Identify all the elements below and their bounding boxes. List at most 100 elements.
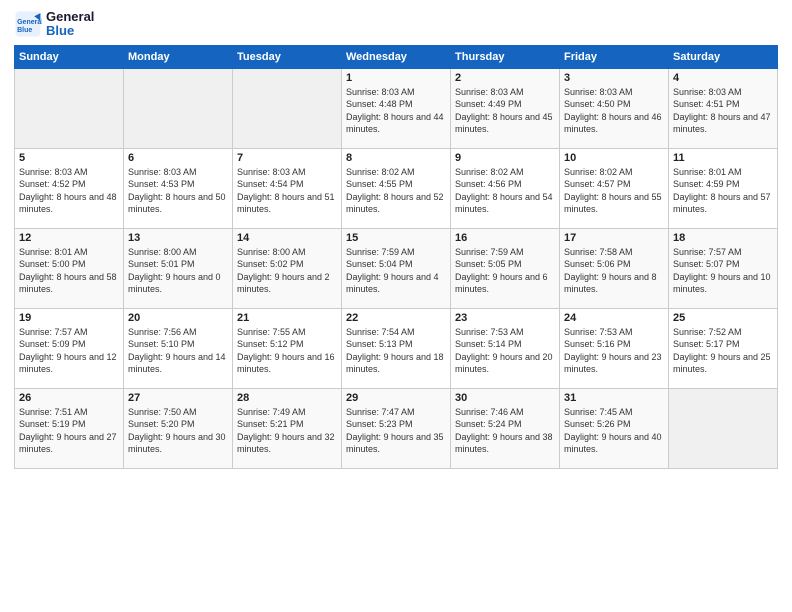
calendar-cell: 21Sunrise: 7:55 AM Sunset: 5:12 PM Dayli… [233,308,342,388]
calendar-cell: 29 Sunrise: 7:47 AM Sunset: 5:23 PM Dayli… [342,388,451,468]
cell-content: Sunrise: 8:02 AM Sunset: 4:56 PM Dayligh… [455,166,555,216]
week-row-1: 5Sunrise: 8:03 AM Sunset: 4:52 PM Daylig… [15,148,778,228]
calendar-cell: 8Sunrise: 8:02 AM Sunset: 4:55 PM Daylig… [342,148,451,228]
col-saturday: Saturday [669,45,778,68]
week-row-3: 19 Sunrise: 7:57 AM Sunset: 5:09 PM Dayli… [15,308,778,388]
cell-content: Sunrise: 7:53 AM Sunset: 5:14 PM Dayligh… [455,326,555,376]
calendar-cell: 5Sunrise: 8:03 AM Sunset: 4:52 PM Daylig… [15,148,124,228]
day-number: 24 [564,312,664,324]
calendar-cell: 15 Sunrise: 7:59 AM Sunset: 5:04 PM Dayli… [342,228,451,308]
cell-content: Sunrise: 8:03 AM Sunset: 4:48 PM Dayligh… [346,86,446,136]
calendar-cell: 7Sunrise: 8:03 AM Sunset: 4:54 PM Daylig… [233,148,342,228]
day-number: 21 [237,312,337,324]
calendar-cell: 19 Sunrise: 7:57 AM Sunset: 5:09 PM Dayli… [15,308,124,388]
day-number: 28 [237,392,337,404]
page: General Blue General Blue Sunday Monday … [0,0,792,612]
calendar-cell: 10 Sunrise: 8:02 AM Sunset: 4:57 PM Dayli… [560,148,669,228]
day-number: 29 [346,392,446,404]
day-number: 22 [346,312,446,324]
cell-content: Sunrise: 7:45 AM Sunset: 5:26 PM Dayligh… [564,406,664,456]
day-number: 14 [237,232,337,244]
cell-content: Sunrise: 8:03 AM Sunset: 4:53 PM Dayligh… [128,166,228,216]
col-wednesday: Wednesday [342,45,451,68]
cell-content: Sunrise: 7:58 AM Sunset: 5:06 PM Dayligh… [564,246,664,296]
week-row-2: 12 Sunrise: 8:01 AM Sunset: 5:00 PM Dayli… [15,228,778,308]
calendar-cell: 18 Sunrise: 7:57 AM Sunset: 5:07 PM Dayli… [669,228,778,308]
day-number: 13 [128,232,228,244]
header: General Blue General Blue [14,10,778,39]
day-number: 25 [673,312,773,324]
cell-content: Sunrise: 7:57 AM Sunset: 5:09 PM Dayligh… [19,326,119,376]
calendar-cell: 25 Sunrise: 7:52 AM Sunset: 5:17 PM Dayli… [669,308,778,388]
calendar-cell: 9 Sunrise: 8:02 AM Sunset: 4:56 PM Daylig… [451,148,560,228]
day-number: 26 [19,392,119,404]
day-number: 2 [455,72,555,84]
cell-content: Sunrise: 7:53 AM Sunset: 5:16 PM Dayligh… [564,326,664,376]
calendar-cell: 20 Sunrise: 7:56 AM Sunset: 5:10 PM Dayli… [124,308,233,388]
cell-content: Sunrise: 8:03 AM Sunset: 4:49 PM Dayligh… [455,86,555,136]
day-number: 8 [346,152,446,164]
calendar-body: 1 Sunrise: 8:03 AM Sunset: 4:48 PM Daylig… [15,68,778,468]
calendar-cell: 12 Sunrise: 8:01 AM Sunset: 5:00 PM Dayli… [15,228,124,308]
week-row-4: 26 Sunrise: 7:51 AM Sunset: 5:19 PM Dayli… [15,388,778,468]
day-number: 17 [564,232,664,244]
cell-content: Sunrise: 7:54 AM Sunset: 5:13 PM Dayligh… [346,326,446,376]
cell-content: Sunrise: 8:03 AM Sunset: 4:54 PM Dayligh… [237,166,337,216]
calendar-cell: 6 Sunrise: 8:03 AM Sunset: 4:53 PM Daylig… [124,148,233,228]
calendar-cell: 27Sunrise: 7:50 AM Sunset: 5:20 PM Dayli… [124,388,233,468]
day-number: 9 [455,152,555,164]
col-tuesday: Tuesday [233,45,342,68]
calendar-cell: 28 Sunrise: 7:49 AM Sunset: 5:21 PM Dayli… [233,388,342,468]
cell-content: Sunrise: 8:00 AM Sunset: 5:02 PM Dayligh… [237,246,337,296]
cell-content: Sunrise: 7:47 AM Sunset: 5:23 PM Dayligh… [346,406,446,456]
cell-content: Sunrise: 7:52 AM Sunset: 5:17 PM Dayligh… [673,326,773,376]
calendar-cell: 11 Sunrise: 8:01 AM Sunset: 4:59 PM Dayli… [669,148,778,228]
calendar-cell: 3Sunrise: 8:03 AM Sunset: 4:50 PM Daylig… [560,68,669,148]
cell-content: Sunrise: 8:03 AM Sunset: 4:51 PM Dayligh… [673,86,773,136]
cell-content: Sunrise: 7:51 AM Sunset: 5:19 PM Dayligh… [19,406,119,456]
cell-content: Sunrise: 7:46 AM Sunset: 5:24 PM Dayligh… [455,406,555,456]
col-thursday: Thursday [451,45,560,68]
cell-content: Sunrise: 7:56 AM Sunset: 5:10 PM Dayligh… [128,326,228,376]
day-number: 1 [346,72,446,84]
cell-content: Sunrise: 8:01 AM Sunset: 4:59 PM Dayligh… [673,166,773,216]
day-number: 18 [673,232,773,244]
calendar-cell: 14 Sunrise: 8:00 AM Sunset: 5:02 PM Dayli… [233,228,342,308]
cell-content: Sunrise: 8:01 AM Sunset: 5:00 PM Dayligh… [19,246,119,296]
day-number: 20 [128,312,228,324]
logo: General Blue General Blue [14,10,94,39]
cell-content: Sunrise: 7:59 AM Sunset: 5:04 PM Dayligh… [346,246,446,296]
calendar-cell: 23 Sunrise: 7:53 AM Sunset: 5:14 PM Dayli… [451,308,560,388]
day-number: 10 [564,152,664,164]
week-row-0: 1 Sunrise: 8:03 AM Sunset: 4:48 PM Daylig… [15,68,778,148]
calendar-cell [15,68,124,148]
calendar-cell [124,68,233,148]
calendar-cell [669,388,778,468]
day-number: 19 [19,312,119,324]
day-number: 31 [564,392,664,404]
day-number: 15 [346,232,446,244]
col-sunday: Sunday [15,45,124,68]
calendar-cell: 31 Sunrise: 7:45 AM Sunset: 5:26 PM Dayli… [560,388,669,468]
calendar-cell: 30Sunrise: 7:46 AM Sunset: 5:24 PM Dayli… [451,388,560,468]
calendar-cell: 1 Sunrise: 8:03 AM Sunset: 4:48 PM Daylig… [342,68,451,148]
logo-blue: Blue [46,24,94,38]
day-number: 23 [455,312,555,324]
calendar-cell: 26 Sunrise: 7:51 AM Sunset: 5:19 PM Dayli… [15,388,124,468]
day-number: 12 [19,232,119,244]
calendar-cell [233,68,342,148]
svg-text:Blue: Blue [17,27,32,34]
day-number: 4 [673,72,773,84]
col-friday: Friday [560,45,669,68]
calendar-cell: 17 Sunrise: 7:58 AM Sunset: 5:06 PM Dayli… [560,228,669,308]
day-number: 11 [673,152,773,164]
cell-content: Sunrise: 7:49 AM Sunset: 5:21 PM Dayligh… [237,406,337,456]
cell-content: Sunrise: 8:02 AM Sunset: 4:57 PM Dayligh… [564,166,664,216]
calendar-cell: 2 Sunrise: 8:03 AM Sunset: 4:49 PM Daylig… [451,68,560,148]
cell-content: Sunrise: 7:57 AM Sunset: 5:07 PM Dayligh… [673,246,773,296]
calendar-table: Sunday Monday Tuesday Wednesday Thursday… [14,45,778,469]
svg-text:General: General [17,19,42,26]
day-number: 6 [128,152,228,164]
cell-content: Sunrise: 7:59 AM Sunset: 5:05 PM Dayligh… [455,246,555,296]
calendar-cell: 22 Sunrise: 7:54 AM Sunset: 5:13 PM Dayli… [342,308,451,388]
